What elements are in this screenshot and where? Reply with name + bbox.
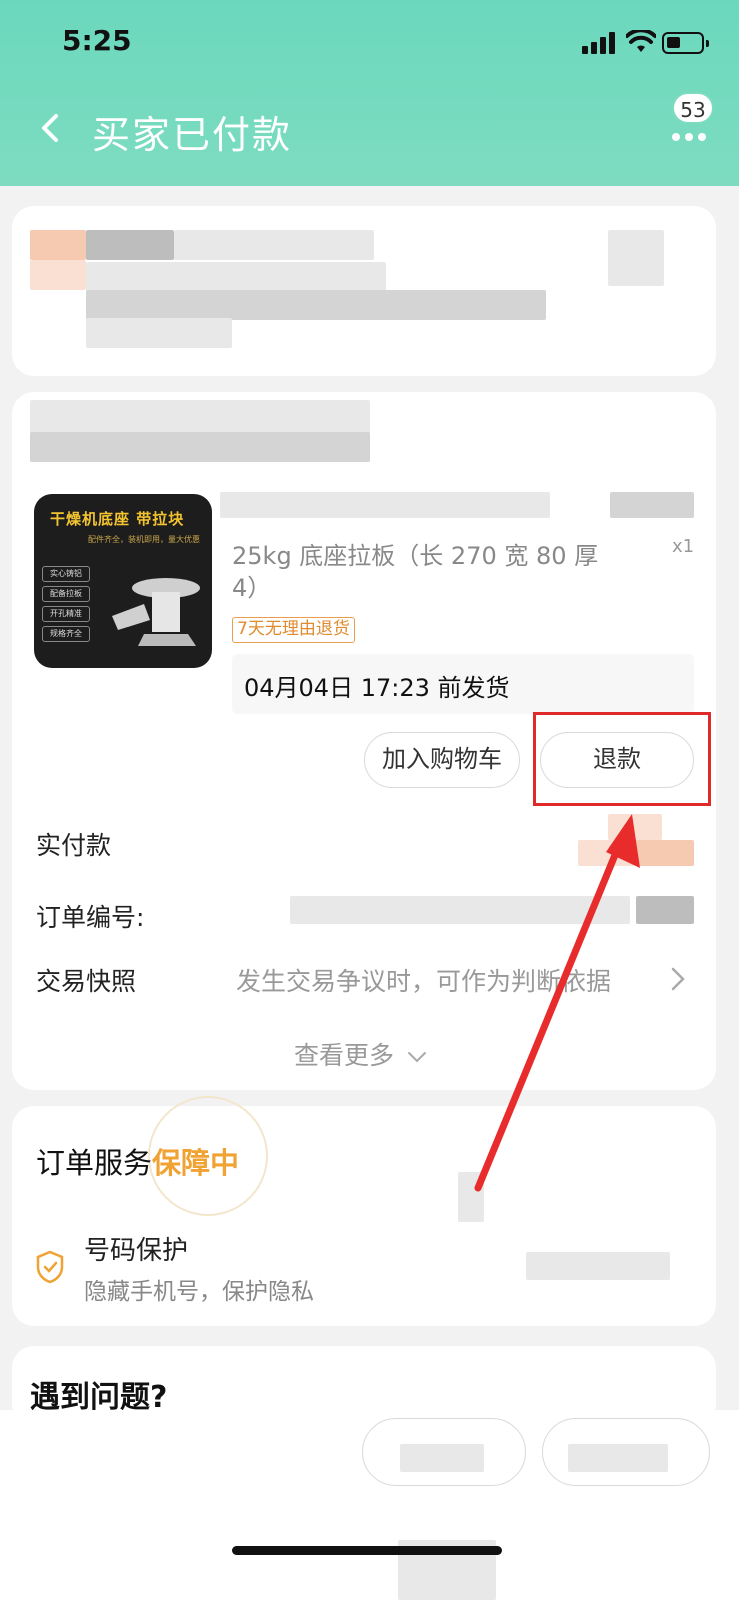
status-time: 5:25 — [62, 24, 132, 57]
product-image-tag: 实心铸铝 — [42, 566, 90, 582]
page-title: 买家已付款 — [92, 113, 293, 157]
service-detail-value[interactable] — [526, 1252, 670, 1280]
paid-label: 实付款 — [36, 831, 112, 860]
paid-amount — [608, 814, 662, 840]
service-title: 订单服务保障中 — [36, 1140, 239, 1182]
order-number-value[interactable] — [290, 896, 630, 924]
home-indicator — [232, 1546, 502, 1555]
product-quantity: x1 — [672, 536, 695, 557]
snapshot-label[interactable]: 交易快照 — [36, 962, 136, 998]
see-more-link[interactable]: 查看更多 — [294, 1036, 428, 1072]
more-icon[interactable] — [672, 126, 711, 145]
signal-icon — [582, 32, 618, 54]
shield-icon — [36, 1250, 64, 1284]
order-number-label: 订单编号: — [36, 903, 145, 932]
shop-name[interactable] — [30, 400, 370, 434]
return-policy-badge: 7天无理由退货 — [232, 617, 355, 643]
service-item-desc: 隐藏手机号，保护隐私 — [84, 1279, 314, 1305]
service-title-prefix: 订单服务 — [36, 1146, 153, 1180]
service-status: 保障中 — [152, 1146, 240, 1180]
snapshot-hint[interactable]: 发生交易争议时，可作为判断依据 — [236, 962, 611, 998]
wifi-icon — [626, 30, 656, 52]
product-image[interactable]: 干燥机底座 带拉块 配件齐全，装机即用，量大优惠 实心铸铝 配备拉板 开孔精准 … — [34, 494, 212, 668]
product-image-tag: 规格齐全 — [42, 626, 90, 642]
product-image-tag: 配备拉板 — [42, 586, 90, 602]
app-header: 5:25 买家已付款 53 — [0, 0, 739, 186]
service-item-name: 号码保护 — [84, 1236, 189, 1266]
refund-highlight-box — [533, 712, 711, 806]
message-badge[interactable]: 53 — [672, 92, 714, 124]
ship-deadline-text: 04月04日 17:23 前发货 — [244, 674, 510, 702]
see-more-label: 查看更多 — [294, 1041, 395, 1070]
back-icon[interactable] — [32, 108, 72, 148]
address-card[interactable] — [12, 206, 716, 376]
battery-icon — [662, 32, 709, 54]
chevron-down-icon — [407, 1052, 426, 1063]
add-to-cart-button[interactable]: 加入购物车 — [364, 732, 520, 788]
ship-deadline-box: 04月04日 17:23 前发货 — [232, 654, 694, 714]
bottom-action-bar — [0, 1410, 739, 1600]
chevron-right-icon[interactable] — [670, 966, 686, 992]
product-image-title: 干燥机底座 带拉块 — [50, 510, 185, 528]
product-description[interactable]: 25kg 底座拉板（长 270 宽 80 厚 4） — [232, 540, 612, 604]
machine-base-illustration — [112, 578, 200, 646]
product-image-tag: 开孔精准 — [42, 606, 90, 622]
product-image-subtitle: 配件齐全，装机即用，量大优惠 — [88, 535, 200, 544]
